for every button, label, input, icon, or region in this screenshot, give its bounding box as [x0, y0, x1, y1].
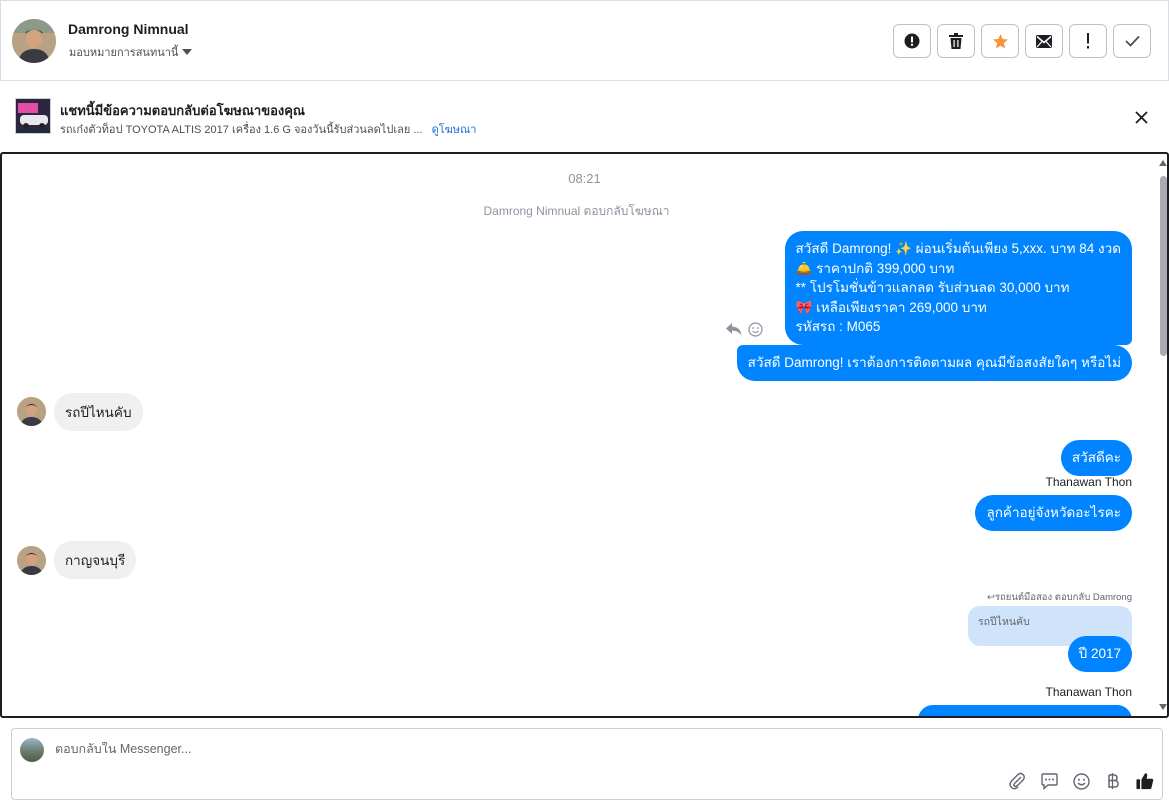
page-avatar	[20, 738, 44, 762]
conversation-header: Damrong Nimnual มอบหมายการสนทนานี้	[0, 0, 1169, 81]
outgoing-message-year[interactable]: ปี 2017	[1067, 636, 1132, 672]
message-timestamp: 08:21	[568, 171, 601, 186]
contact-avatar-small	[17, 546, 46, 575]
promo-line: 🎀 เหลือเพียงราคา 269,000 บาท	[795, 299, 987, 315]
scroll-thumb[interactable]	[1160, 176, 1167, 356]
star-button[interactable]	[981, 24, 1019, 58]
thumbs-up-icon	[1136, 773, 1154, 790]
mark-unread-button[interactable]	[1025, 24, 1063, 58]
promo-line: สวัสดี Damrong! ✨ ผ่อนเริ่มต้นเพียง 5,xx…	[795, 241, 1121, 256]
outgoing-message-hello[interactable]: สวัสดีคะ	[1060, 440, 1132, 476]
scroll-up-arrow-icon[interactable]	[1159, 160, 1167, 166]
saved-replies-button[interactable]	[1040, 771, 1058, 791]
payment-button[interactable]	[1104, 771, 1122, 791]
ad-banner-description: รถเก๋งตัวท็อป TOYOTA ALTIS 2017 เครื่อง …	[60, 120, 476, 138]
sender-name: Thanawan Thon	[1045, 475, 1132, 489]
contact-name[interactable]: Damrong Nimnual	[68, 21, 189, 37]
attach-button[interactable]	[1008, 771, 1026, 791]
incoming-message[interactable]: รถปีไหนคับ	[54, 393, 143, 431]
reply-context-text: รถยนต์มือสอง ตอบกลับ Damrong	[994, 592, 1132, 603]
reply-arrow-icon[interactable]	[726, 323, 742, 341]
close-icon	[1134, 110, 1148, 124]
promo-line: รหัสรถ : M065	[795, 319, 881, 334]
emoji-button[interactable]	[1072, 771, 1090, 791]
reply-composer	[11, 728, 1163, 800]
ad-thumbnail	[15, 98, 51, 134]
outgoing-message-partial[interactable]	[918, 705, 1132, 716]
mark-done-button[interactable]	[1113, 24, 1151, 58]
assign-conversation-dropdown[interactable]: มอบหมายการสนทนานี้	[69, 43, 193, 61]
ad-reply-banner: แชทนี้มีข้อความตอบกลับต่อโฆษณาของคุณ รถเ…	[0, 81, 1169, 152]
promo-line: 🛎️ ราคาปกติ 399,000 บาท	[795, 260, 955, 276]
alert-circle-icon	[904, 33, 920, 49]
ad-banner-title: แชทนี้มีข้อความตอบกลับต่อโฆษณาของคุณ	[60, 103, 305, 118]
reply-context-label: ↩รถยนต์มือสอง ตอบกลับ Damrong	[987, 590, 1132, 605]
composer-tools	[1008, 771, 1154, 791]
outgoing-message-province[interactable]: ลูกค้าอยู่จังหวัดอะไรคะ	[975, 495, 1132, 531]
ad-description-text: รถเก๋งตัวท็อป TOYOTA ALTIS 2017 เครื่อง …	[60, 124, 423, 136]
reply-input[interactable]	[55, 742, 955, 756]
message-hover-tools	[726, 322, 763, 342]
trash-icon	[949, 33, 963, 49]
contact-avatar-small	[17, 397, 46, 426]
react-emoji-icon[interactable]	[748, 322, 763, 342]
star-icon	[992, 33, 1008, 48]
delete-button[interactable]	[937, 24, 975, 58]
ad-reply-system-note: Damrong Nimnual ตอบกลับโฆษณา	[483, 204, 670, 218]
paperclip-icon	[1009, 772, 1025, 790]
reply-small-icon: ↩	[986, 592, 995, 603]
header-actions	[893, 24, 1151, 58]
assign-label: มอบหมายการสนทนานี้	[69, 47, 179, 59]
outgoing-message-promo[interactable]: สวัสดี Damrong! ✨ ผ่อนเริ่มต้นเพียง 5,xx…	[784, 231, 1132, 345]
close-banner-button[interactable]	[1131, 107, 1151, 127]
promo-line: ** โปรโมชั่นข้าวแลกลด รับส่วนลด 30,000 บ…	[795, 280, 1070, 295]
thread-scrollbar[interactable]	[1159, 154, 1167, 716]
message-thread[interactable]: 08:21 Damrong Nimnual ตอบกลับโฆษณา สวัสด…	[0, 152, 1169, 718]
incoming-message[interactable]: กาญจนบุรี	[54, 541, 137, 579]
exclamation-icon	[1087, 33, 1089, 49]
chat-bubble-icon	[1040, 772, 1058, 790]
sender-name: Thanawan Thon	[1045, 685, 1132, 699]
checkmark-icon	[1124, 35, 1140, 47]
follow-up-button[interactable]	[1069, 24, 1107, 58]
view-ad-link[interactable]: ดูโฆษณา	[432, 124, 477, 136]
baht-icon	[1108, 773, 1119, 789]
envelope-icon	[1036, 34, 1052, 48]
spam-button[interactable]	[893, 24, 931, 58]
caret-down-icon	[182, 49, 193, 55]
smiley-icon	[1072, 772, 1090, 790]
contact-avatar[interactable]	[12, 19, 56, 63]
scroll-down-arrow-icon[interactable]	[1159, 704, 1167, 710]
like-button[interactable]	[1136, 771, 1154, 791]
outgoing-message-followup[interactable]: สวัสดี Damrong! เราต้องการติดตามผล คุณมี…	[736, 345, 1132, 381]
